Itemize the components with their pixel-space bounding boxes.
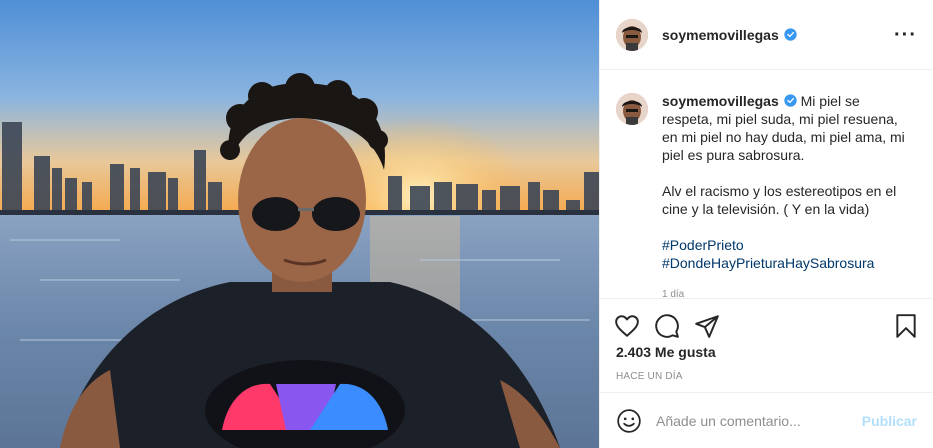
caption-paragraph-2: Alv el racismo y los estereotipos en el …: [662, 183, 897, 217]
bookmark-icon[interactable]: [893, 313, 919, 339]
instagram-post: soymemovillegas ··· soymemovillegas Mi p…: [0, 0, 933, 448]
caption-username[interactable]: soymemovillegas: [662, 93, 779, 109]
comment-input[interactable]: [656, 412, 852, 429]
avatar-image: [616, 18, 648, 51]
hashtag-list: #PoderPrieto #DondeHayPrieturaHaySabrosu…: [662, 236, 912, 272]
caption-author-avatar[interactable]: [616, 93, 648, 125]
post-timestamp[interactable]: HACE UN DÍA: [616, 371, 683, 382]
emoji-icon[interactable]: [616, 408, 642, 434]
more-options-icon[interactable]: ···: [894, 25, 917, 45]
share-icon[interactable]: [694, 313, 720, 339]
likes-count[interactable]: 2.403 Me gusta: [616, 344, 716, 360]
caption-timestamp: 1 día: [662, 289, 685, 298]
post-photo-image: [0, 0, 599, 448]
hashtag-link[interactable]: #PoderPrieto: [662, 236, 912, 254]
avatar-image: [616, 93, 648, 125]
post-photo[interactable]: [0, 0, 599, 448]
heart-icon[interactable]: [614, 313, 640, 339]
post-header: soymemovillegas ···: [600, 0, 933, 70]
publish-button[interactable]: Publicar: [862, 413, 917, 429]
comment-box: Publicar: [600, 392, 933, 448]
author-avatar[interactable]: [616, 18, 648, 51]
comment-icon[interactable]: [654, 313, 680, 339]
verified-badge-icon: [784, 93, 797, 107]
hashtag-link[interactable]: #DondeHayPrieturaHaySabrosura: [662, 254, 912, 272]
verified-badge-icon: [784, 28, 797, 41]
author-username[interactable]: soymemovillegas: [662, 27, 779, 43]
caption-section: soymemovillegas Mi piel se respeta, mi p…: [600, 70, 933, 298]
post-sidebar: soymemovillegas ··· soymemovillegas Mi p…: [599, 0, 933, 448]
caption-text: soymemovillegas Mi piel se respeta, mi p…: [662, 92, 912, 298]
